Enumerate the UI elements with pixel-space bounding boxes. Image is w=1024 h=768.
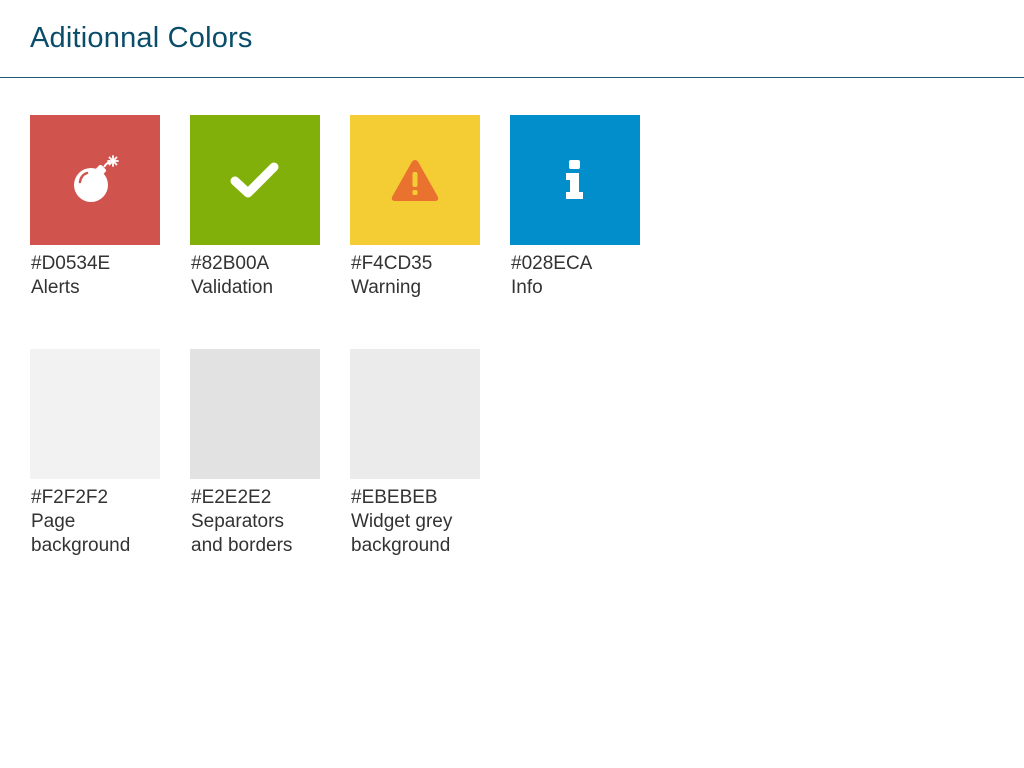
checkmark-icon [230, 160, 280, 200]
swatch-label: Info [511, 277, 543, 298]
swatch-page-background [30, 349, 160, 479]
swatch-hex: #D0534E [31, 253, 111, 274]
swatch-info [510, 115, 640, 245]
swatch-card-validation: #82B00A Validation [190, 115, 320, 300]
swatch-card-page-background: #F2F2F2 Page background [30, 349, 160, 558]
swatch-label: Validation [191, 277, 274, 298]
swatch-separators [190, 349, 320, 479]
info-icon [563, 158, 587, 202]
swatch-hex: #82B00A [191, 253, 270, 274]
page-header: Aditionnal Colors [0, 0, 1024, 78]
swatch-hex: #E2E2E2 [191, 487, 272, 508]
bomb-icon [67, 152, 123, 208]
swatch-label: Widget grey background [351, 511, 453, 556]
swatch-card-widget-grey: #EBEBEB Widget grey background [350, 349, 480, 558]
page-title: Aditionnal Colors [30, 22, 253, 54]
swatch-warning [350, 115, 480, 245]
swatch-validation [190, 115, 320, 245]
swatch-label: Alerts [31, 277, 80, 298]
swatch-card-separators: #E2E2E2 Separators and borders [190, 349, 320, 558]
swatch-alerts [30, 115, 160, 245]
swatch-label: Page background [31, 511, 131, 556]
swatch-hex: #028ECA [511, 253, 593, 274]
swatch-label: Warning [351, 277, 422, 298]
swatch-label: Separators and borders [191, 511, 293, 556]
swatch-hex: #F4CD35 [351, 253, 433, 274]
swatch-card-info: #028ECA Info [510, 115, 640, 300]
swatch-hex: #F2F2F2 [31, 487, 109, 508]
swatch-widget-grey [350, 349, 480, 479]
warning-triangle-icon [389, 156, 441, 204]
swatch-card-warning: #F4CD35 Warning [350, 115, 480, 300]
swatch-card-alerts: #D0534E Alerts [30, 115, 160, 300]
swatch-hex: #EBEBEB [351, 487, 438, 508]
